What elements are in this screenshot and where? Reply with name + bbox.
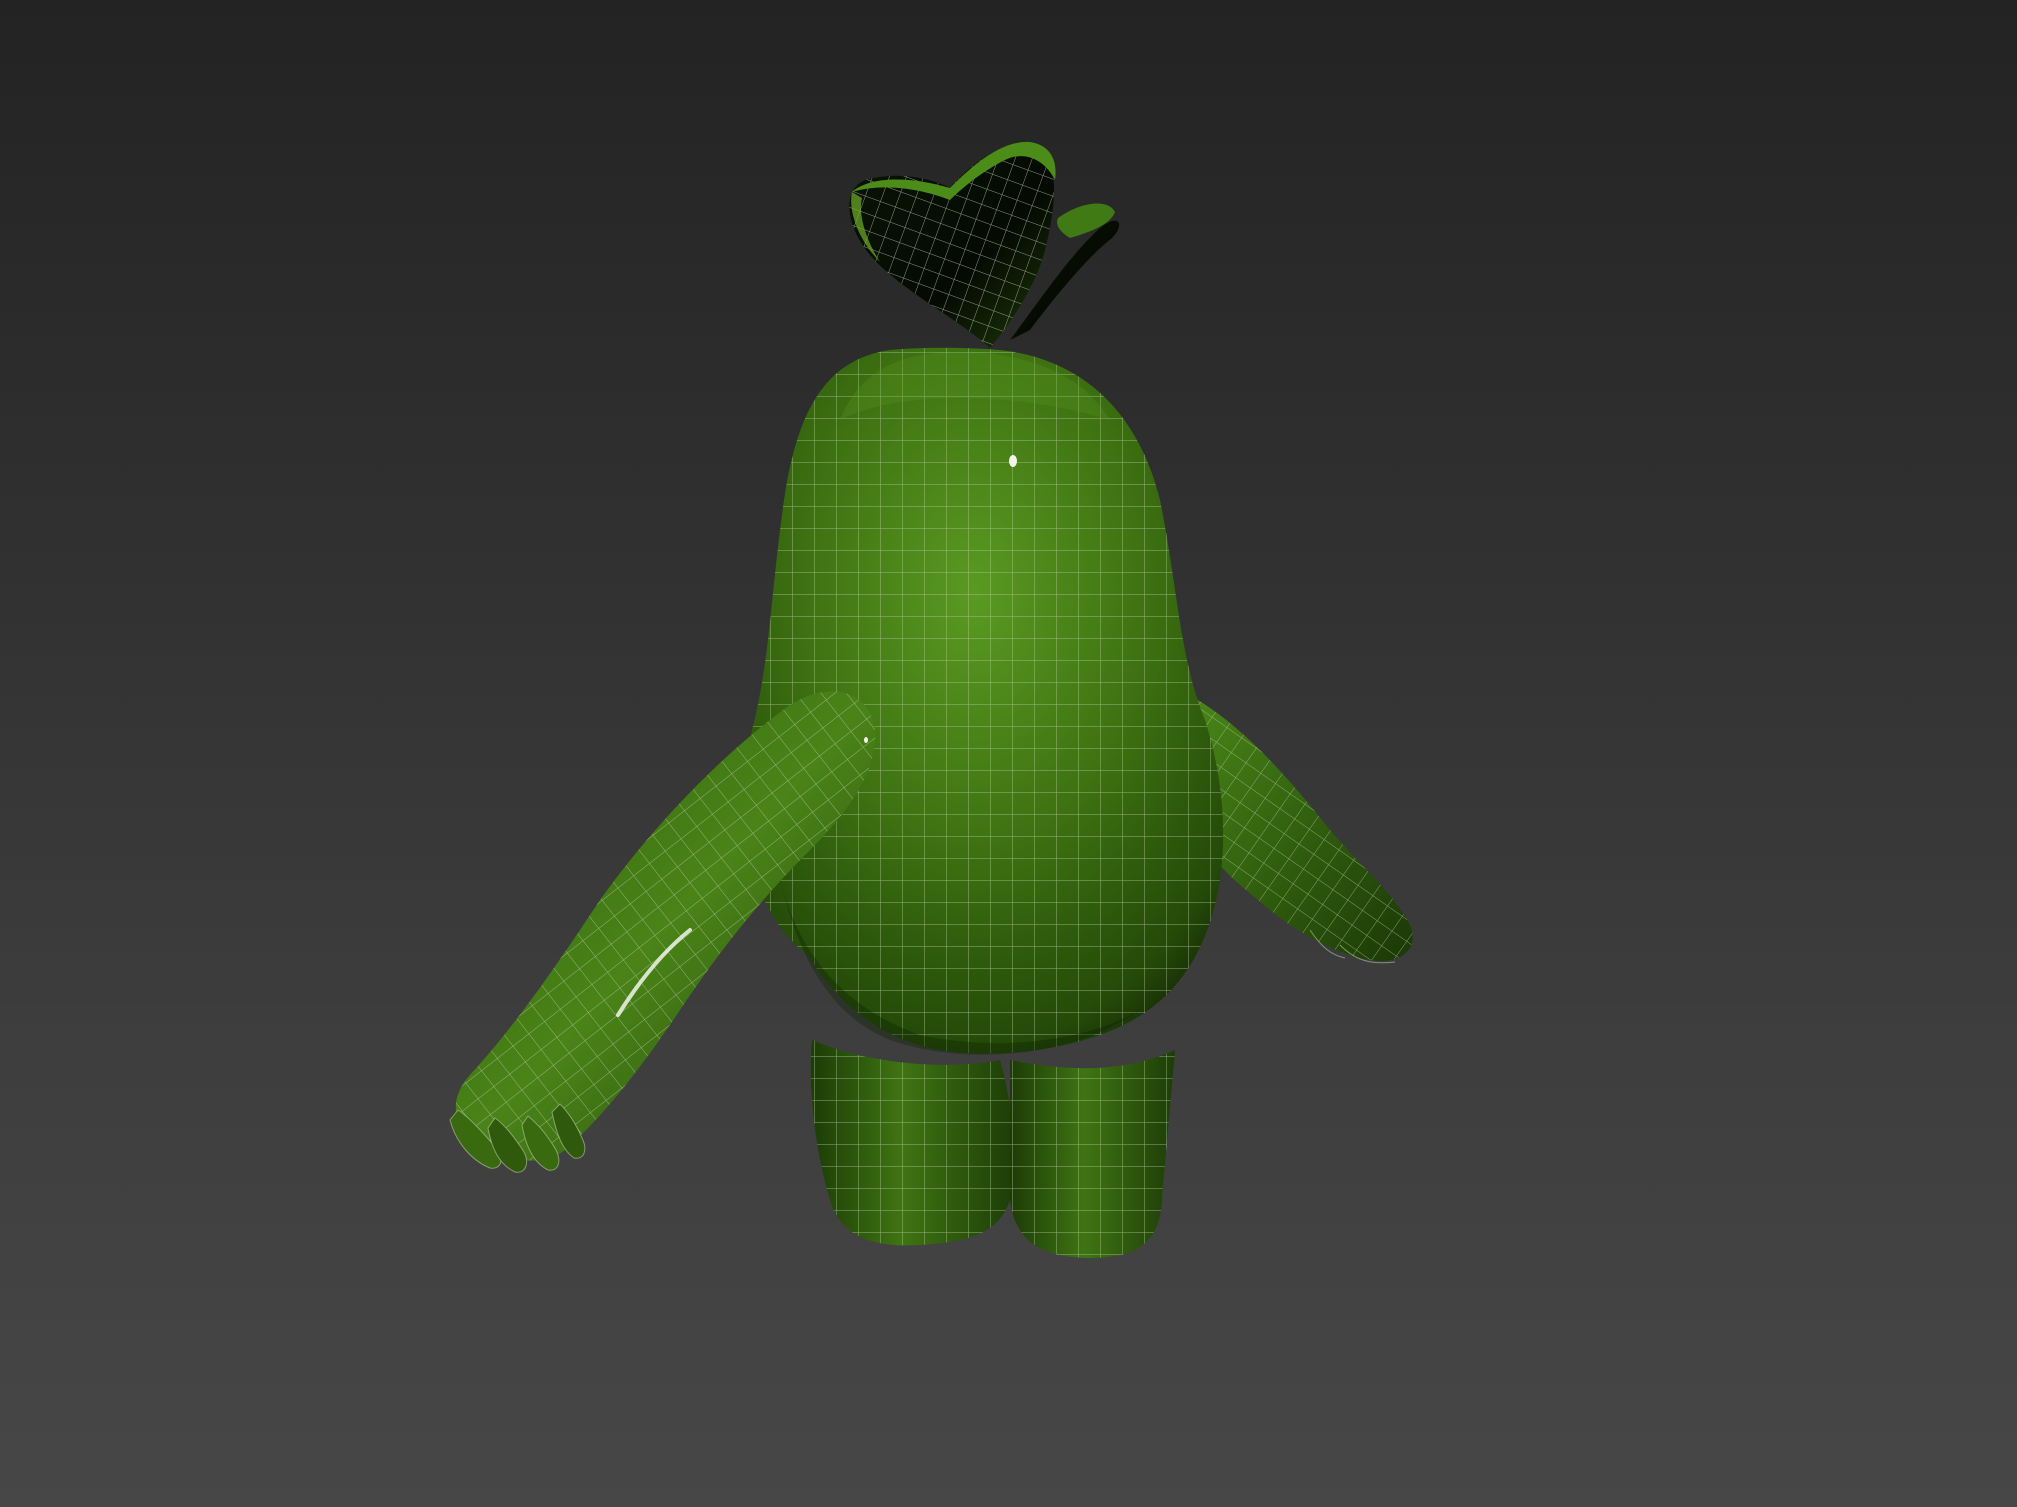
leaf-icon (849, 141, 1120, 348)
right-leg (1010, 1050, 1175, 1258)
scene-canvas[interactable] (0, 0, 2017, 1507)
3d-viewport[interactable] (0, 0, 2017, 1507)
head-highlight (1009, 455, 1017, 467)
left-leg (810, 1040, 1014, 1246)
